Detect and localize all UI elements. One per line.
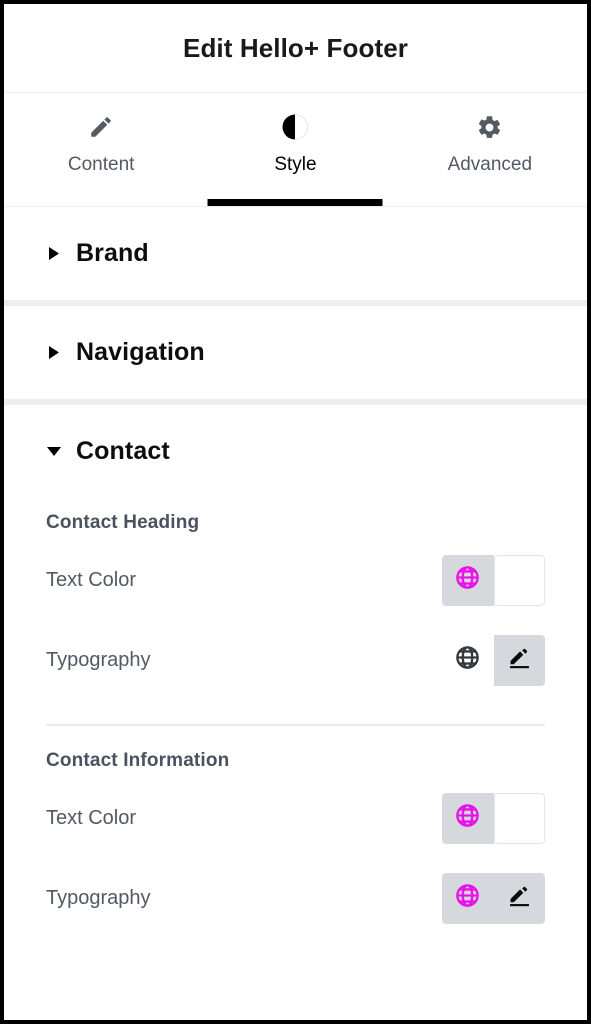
globe-responsive-toggle[interactable] bbox=[442, 873, 494, 924]
contrast-icon bbox=[280, 111, 310, 143]
globe-responsive-toggle[interactable] bbox=[442, 792, 494, 844]
elementor-editor-panel: Edit Hello+ Footer Content Style Advance… bbox=[0, 0, 591, 1024]
panel-bottom-space bbox=[4, 962, 587, 1020]
chevron-down-icon bbox=[46, 444, 62, 460]
section-navigation-label: Navigation bbox=[76, 338, 205, 366]
group-divider bbox=[46, 724, 545, 726]
control-row-heading-typography: Typography bbox=[46, 620, 545, 700]
section-brand-label: Brand bbox=[76, 239, 149, 267]
control-row-information-text-color: Text Color bbox=[46, 778, 545, 858]
control-label: Typography bbox=[46, 648, 151, 671]
globe-responsive-toggle[interactable] bbox=[442, 554, 494, 606]
control-row-information-typography: Typography bbox=[46, 858, 545, 938]
globe-icon bbox=[454, 564, 481, 596]
page-title: Edit Hello+ Footer bbox=[183, 32, 408, 63]
tab-advanced-label: Advanced bbox=[447, 154, 533, 175]
color-swatch[interactable] bbox=[493, 792, 545, 844]
section-contact-label: Contact bbox=[76, 437, 170, 465]
section-navigation[interactable]: Navigation bbox=[4, 306, 587, 399]
typography-control[interactable] bbox=[442, 872, 546, 924]
globe-icon bbox=[454, 644, 481, 676]
control-label: Typography bbox=[46, 886, 151, 909]
gear-icon bbox=[476, 111, 503, 143]
color-swatch-cell[interactable] bbox=[493, 554, 545, 606]
tab-style[interactable]: Style bbox=[198, 93, 392, 206]
color-swatch-cell[interactable] bbox=[493, 792, 545, 844]
panel-header: Edit Hello+ Footer bbox=[4, 4, 587, 93]
tab-content-label: Content bbox=[67, 154, 135, 175]
control-label: Text Color bbox=[46, 806, 137, 829]
chevron-right-icon bbox=[46, 345, 62, 361]
section-contact-body: Contact Heading Text Color Typography Co… bbox=[4, 498, 587, 962]
subsection-contact-information-label: Contact Information bbox=[46, 750, 230, 771]
globe-responsive-toggle[interactable] bbox=[442, 634, 494, 686]
chevron-right-icon bbox=[46, 246, 62, 262]
tab-advanced[interactable]: Advanced bbox=[393, 93, 587, 206]
control-label: Text Color bbox=[46, 568, 137, 591]
pencil-edit-icon bbox=[506, 644, 533, 676]
typography-control[interactable] bbox=[442, 634, 545, 686]
control-row-heading-text-color: Text Color bbox=[46, 540, 545, 620]
color-swatch[interactable] bbox=[493, 554, 545, 606]
pencil-edit-icon bbox=[506, 882, 533, 914]
tab-active-indicator bbox=[207, 199, 383, 206]
section-contact[interactable]: Contact bbox=[4, 405, 587, 498]
subsection-contact-heading-label: Contact Heading bbox=[46, 512, 200, 533]
panel-tabs: Content Style Advanced bbox=[4, 93, 587, 207]
typography-edit-toggle[interactable] bbox=[493, 634, 545, 686]
color-control[interactable] bbox=[442, 554, 545, 606]
globe-icon bbox=[454, 802, 481, 834]
color-control[interactable] bbox=[442, 792, 545, 844]
section-brand[interactable]: Brand bbox=[4, 207, 587, 300]
tab-style-label: Style bbox=[274, 154, 317, 175]
pencil-icon bbox=[88, 111, 114, 143]
globe-icon bbox=[454, 882, 481, 914]
typography-edit-toggle[interactable] bbox=[494, 873, 546, 924]
tab-content[interactable]: Content bbox=[4, 93, 198, 206]
